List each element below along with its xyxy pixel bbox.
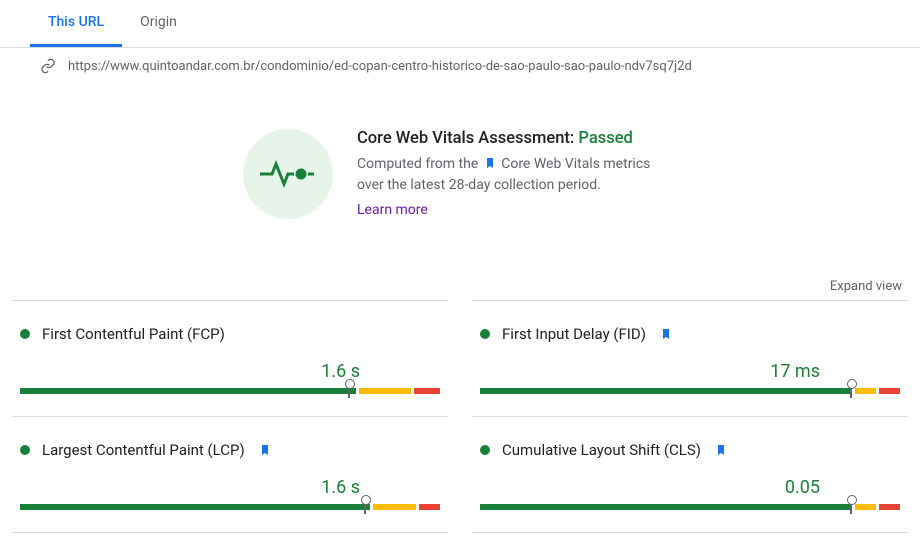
assessment-title-prefix: Core Web Vitals Assessment: (357, 129, 578, 148)
bar-marker (850, 384, 852, 398)
metric-cls: Cumulative Layout Shift (CLS) 0.05 (472, 416, 908, 533)
link-icon (40, 58, 56, 74)
bar-marker (364, 500, 366, 514)
bookmark-icon (484, 156, 496, 170)
metric-header: First Contentful Paint (FCP) (20, 325, 440, 343)
metric-bar (480, 504, 900, 516)
tab-origin[interactable]: Origin (122, 0, 195, 47)
metric-fid: First Input Delay (FID) 17 ms (472, 300, 908, 416)
bookmark-icon (715, 443, 727, 457)
metric-header: Cumulative Layout Shift (CLS) (480, 441, 900, 459)
bar-marker (850, 500, 852, 514)
assessment-title: Core Web Vitals Assessment: Passed (357, 129, 677, 148)
bookmark-icon (660, 327, 672, 341)
metrics-grid: First Contentful Paint (FCP) 1.6 s First… (0, 300, 920, 533)
metric-value: 1.6 s (20, 361, 440, 382)
metric-value: 17 ms (480, 361, 900, 382)
bar-marker (348, 384, 350, 398)
tabs-bar: This URL Origin (0, 0, 920, 48)
metric-header: First Input Delay (FID) (480, 325, 900, 343)
metric-value: 1.6 s (20, 477, 440, 498)
pulse-badge (243, 129, 333, 219)
bookmark-icon (259, 443, 271, 457)
status-dot-green (480, 329, 490, 339)
heartbeat-icon (258, 159, 318, 189)
url-row: https://www.quintoandar.com.br/condomini… (0, 48, 920, 84)
url-text: https://www.quintoandar.com.br/condomini… (68, 59, 692, 74)
learn-more-link[interactable]: Learn more (357, 202, 428, 218)
metric-bar (20, 388, 440, 400)
metric-name: Largest Contentful Paint (LCP) (42, 441, 245, 459)
status-dot-green (20, 445, 30, 455)
metric-lcp: Largest Contentful Paint (LCP) 1.6 s (12, 416, 448, 533)
status-dot-green (480, 445, 490, 455)
metric-header: Largest Contentful Paint (LCP) (20, 441, 440, 459)
assessment-section: Core Web Vitals Assessment: Passed Compu… (0, 84, 920, 279)
metric-name: First Input Delay (FID) (502, 325, 646, 343)
metric-bar (480, 388, 900, 400)
status-dot-green (20, 329, 30, 339)
metric-bar (20, 504, 440, 516)
expand-view-link[interactable]: Expand view (0, 279, 920, 300)
assessment-desc-prefix: Computed from the (357, 156, 482, 172)
assessment-description: Computed from the Core Web Vitals metric… (357, 154, 677, 196)
metric-name: First Contentful Paint (FCP) (42, 325, 225, 343)
metric-fcp: First Contentful Paint (FCP) 1.6 s (12, 300, 448, 416)
tab-this-url[interactable]: This URL (30, 0, 122, 47)
metric-value: 0.05 (480, 477, 900, 498)
assessment-status: Passed (578, 129, 632, 148)
metric-name: Cumulative Layout Shift (CLS) (502, 441, 701, 459)
assessment-text: Core Web Vitals Assessment: Passed Compu… (357, 129, 677, 218)
